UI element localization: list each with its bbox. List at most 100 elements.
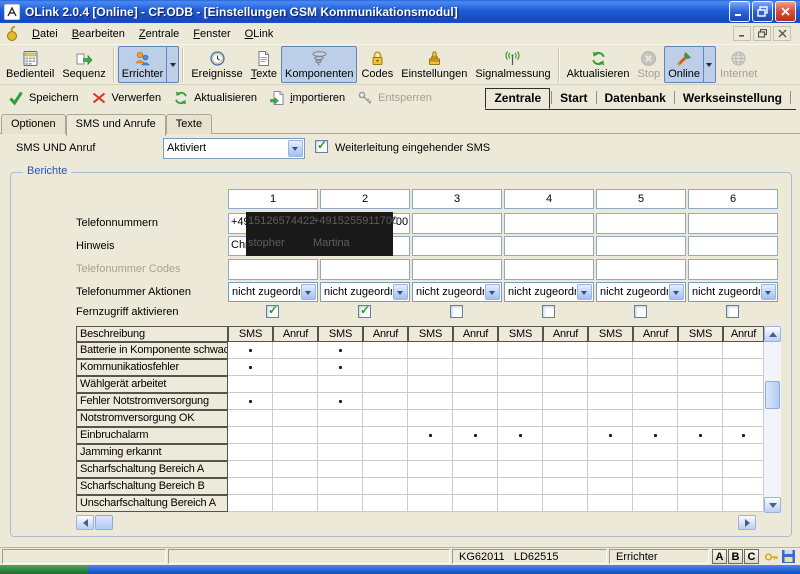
menu-datei[interactable]: Datei bbox=[25, 26, 65, 42]
toolbar-button-komponenten[interactable]: Komponenten bbox=[281, 46, 358, 83]
matrix-cell[interactable] bbox=[498, 359, 543, 376]
mdi-close-button[interactable] bbox=[773, 26, 791, 41]
hinweis-cell-3[interactable] bbox=[412, 236, 502, 256]
mdi-restore-button[interactable] bbox=[753, 26, 771, 41]
matrix-cell[interactable] bbox=[318, 342, 363, 359]
chevron-down-icon[interactable] bbox=[288, 140, 303, 157]
matrix-cell[interactable] bbox=[543, 342, 588, 359]
matrix-cell[interactable] bbox=[228, 359, 273, 376]
matrix-cell[interactable] bbox=[363, 359, 408, 376]
matrix-cell[interactable] bbox=[588, 342, 633, 359]
chevron-down-icon[interactable] bbox=[669, 284, 684, 300]
matrix-cell[interactable] bbox=[453, 444, 498, 461]
matrix-cell[interactable] bbox=[228, 444, 273, 461]
matrix-cell[interactable] bbox=[588, 410, 633, 427]
matrix-cell[interactable] bbox=[678, 393, 723, 410]
matrix-cell[interactable] bbox=[633, 444, 678, 461]
matrix-cell[interactable] bbox=[273, 495, 318, 512]
telefonummer-code-cell-3[interactable] bbox=[412, 259, 502, 280]
weiterleitung-checkbox[interactable] bbox=[315, 140, 328, 153]
matrix-cell[interactable] bbox=[723, 461, 764, 478]
matrix-cell[interactable] bbox=[408, 461, 453, 478]
toolbar-button-aktualisieren[interactable]: Aktualisieren bbox=[169, 88, 265, 108]
toolbar-button-texte[interactable]: Texte bbox=[247, 46, 281, 83]
matrix-cell[interactable] bbox=[228, 342, 273, 359]
matrix-cell[interactable] bbox=[363, 376, 408, 393]
matrix-cell[interactable] bbox=[228, 410, 273, 427]
matrix-cell[interactable] bbox=[543, 393, 588, 410]
matrix-cell[interactable] bbox=[318, 376, 363, 393]
matrix-cell[interactable] bbox=[633, 342, 678, 359]
matrix-cell[interactable] bbox=[228, 478, 273, 495]
mdi-minimize-button[interactable] bbox=[733, 26, 751, 41]
matrix-cell[interactable] bbox=[363, 410, 408, 427]
matrix-cell[interactable] bbox=[318, 495, 363, 512]
matrix-cell[interactable] bbox=[453, 342, 498, 359]
matrix-cell[interactable] bbox=[543, 410, 588, 427]
toolbar-button-importieren[interactable]: importieren bbox=[265, 88, 353, 108]
toolbar-button-ereignisse[interactable]: Ereignisse bbox=[187, 46, 246, 83]
matrix-cell[interactable] bbox=[543, 359, 588, 376]
matrix-cell[interactable] bbox=[543, 376, 588, 393]
toolbar-button-bedienteil[interactable]: Bedienteil bbox=[2, 46, 58, 83]
toolbar-button-einstellungen[interactable]: Einstellungen bbox=[397, 46, 471, 83]
matrix-cell[interactable] bbox=[633, 461, 678, 478]
matrix-cell[interactable] bbox=[588, 478, 633, 495]
matrix-cell[interactable] bbox=[273, 427, 318, 444]
scroll-right-button[interactable] bbox=[738, 515, 756, 530]
matrix-cell[interactable] bbox=[273, 359, 318, 376]
aktion-dropdown-5[interactable]: nicht zugeordr bbox=[596, 282, 686, 302]
matrix-cell[interactable] bbox=[453, 427, 498, 444]
matrix-cell[interactable] bbox=[678, 461, 723, 478]
toolbar-button-codes[interactable]: Codes bbox=[357, 46, 397, 83]
start-button-edge[interactable] bbox=[0, 565, 88, 574]
matrix-cell[interactable] bbox=[273, 393, 318, 410]
minimize-button[interactable] bbox=[729, 1, 750, 22]
partition-button-a[interactable]: A bbox=[712, 549, 727, 564]
hinweis-cell-6[interactable] bbox=[688, 236, 778, 256]
matrix-cell[interactable] bbox=[228, 393, 273, 410]
matrix-cell[interactable] bbox=[588, 393, 633, 410]
matrix-cell[interactable] bbox=[273, 461, 318, 478]
restore-button[interactable] bbox=[752, 1, 773, 22]
matrix-cell[interactable] bbox=[318, 359, 363, 376]
fernzugriff-checkbox-4[interactable] bbox=[542, 305, 555, 318]
matrix-cell[interactable] bbox=[408, 359, 453, 376]
toolbar-button-speichern[interactable]: Speichern bbox=[4, 88, 87, 108]
matrix-cell[interactable] bbox=[543, 495, 588, 512]
menu-olink[interactable]: OLink bbox=[238, 26, 281, 42]
matrix-cell[interactable] bbox=[273, 478, 318, 495]
matrix-cell[interactable] bbox=[633, 478, 678, 495]
matrix-cell[interactable] bbox=[678, 427, 723, 444]
view-werkseinstellung[interactable]: Werkseinstellung bbox=[676, 89, 789, 107]
fernzugriff-checkbox-1[interactable] bbox=[266, 305, 279, 318]
fernzugriff-checkbox-3[interactable] bbox=[450, 305, 463, 318]
matrix-cell[interactable] bbox=[273, 342, 318, 359]
matrix-cell[interactable] bbox=[723, 393, 764, 410]
chevron-down-icon[interactable] bbox=[301, 284, 316, 300]
matrix-cell[interactable] bbox=[588, 376, 633, 393]
toolbar-button-online[interactable]: Online bbox=[664, 46, 716, 83]
view-start[interactable]: Start bbox=[553, 89, 594, 107]
matrix-cell[interactable] bbox=[408, 393, 453, 410]
menu-zentrale[interactable]: Zentrale bbox=[132, 26, 186, 42]
matrix-cell[interactable] bbox=[408, 342, 453, 359]
matrix-cell[interactable] bbox=[363, 393, 408, 410]
telefonummer-code-cell-1[interactable] bbox=[228, 259, 318, 280]
matrix-cell[interactable] bbox=[723, 342, 764, 359]
close-button[interactable] bbox=[775, 1, 796, 22]
matrix-cell[interactable] bbox=[363, 444, 408, 461]
matrix-cell[interactable] bbox=[543, 478, 588, 495]
matrix-cell[interactable] bbox=[498, 427, 543, 444]
hinweis-cell-5[interactable] bbox=[596, 236, 686, 256]
matrix-cell[interactable] bbox=[408, 444, 453, 461]
matrix-cell[interactable] bbox=[588, 461, 633, 478]
matrix-cell[interactable] bbox=[453, 410, 498, 427]
partition-button-b[interactable]: B bbox=[728, 549, 743, 564]
matrix-cell[interactable] bbox=[318, 393, 363, 410]
sms-und-anruf-dropdown[interactable]: Aktiviert bbox=[163, 138, 305, 159]
matrix-cell[interactable] bbox=[498, 393, 543, 410]
matrix-cell[interactable] bbox=[318, 444, 363, 461]
matrix-cell[interactable] bbox=[723, 359, 764, 376]
matrix-cell[interactable] bbox=[543, 444, 588, 461]
